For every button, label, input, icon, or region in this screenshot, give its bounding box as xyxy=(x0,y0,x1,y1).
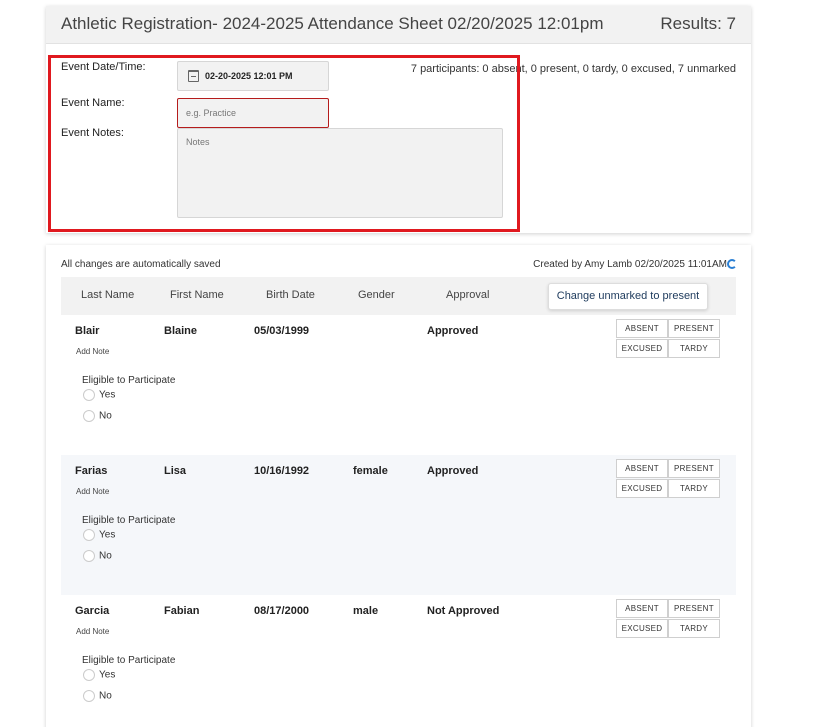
attendance-panel: All changes are automatically saved Crea… xyxy=(46,245,751,727)
gender: male xyxy=(353,605,379,617)
radio-button[interactable] xyxy=(83,550,95,562)
event-date-label: Event Date/Time: xyxy=(61,61,146,73)
no-label: No xyxy=(99,550,112,562)
last-name: Blair xyxy=(75,325,100,337)
header-last-name[interactable]: Last Name xyxy=(81,289,134,301)
refresh-icon[interactable] xyxy=(727,259,737,269)
birth-date: 08/17/2000 xyxy=(254,605,310,617)
change-unmarked-to-present-button[interactable]: Change unmarked to present xyxy=(548,283,708,310)
header-approval[interactable]: Approval xyxy=(446,289,489,301)
eligible-label: Eligible to Participate xyxy=(82,515,176,526)
eligible-yes-option[interactable]: Yes xyxy=(83,529,115,541)
results-count: Results: 7 xyxy=(660,14,736,33)
eligible-no-option[interactable]: No xyxy=(83,410,112,422)
table-row: Garcia Fabian 08/17/2000 male Not Approv… xyxy=(61,595,736,727)
approval: Approved xyxy=(427,325,479,337)
header-gender[interactable]: Gender xyxy=(358,289,395,301)
radio-button[interactable] xyxy=(83,669,95,681)
excused-button[interactable]: EXCUSED xyxy=(616,339,668,358)
eligible-yes-option[interactable]: Yes xyxy=(83,669,115,681)
add-note-link[interactable]: Add Note xyxy=(76,487,109,496)
first-name: Blaine xyxy=(164,325,198,337)
absent-button[interactable]: ABSENT xyxy=(616,459,668,478)
yes-label: Yes xyxy=(99,529,116,541)
event-notes-label: Event Notes: xyxy=(61,127,124,139)
last-name: Farias xyxy=(75,465,108,477)
last-name: Garcia xyxy=(75,605,110,617)
event-name-label: Event Name: xyxy=(61,97,125,109)
tardy-button[interactable]: TARDY xyxy=(668,479,720,498)
birth-date: 05/03/1999 xyxy=(254,325,310,337)
eligible-no-option[interactable]: No xyxy=(83,550,112,562)
event-notes-input[interactable] xyxy=(177,128,503,218)
first-name: Lisa xyxy=(164,465,187,477)
event-name-input[interactable] xyxy=(177,98,329,128)
page-header: Athletic Registration- 2024-2025 Attenda… xyxy=(46,6,751,44)
attendance-summary: 7 participants: 0 absent, 0 present, 0 t… xyxy=(410,63,736,75)
present-button[interactable]: PRESENT xyxy=(668,319,720,338)
birth-date: 10/16/1992 xyxy=(254,465,310,477)
calendar-icon xyxy=(188,70,199,82)
header-first-name[interactable]: First Name xyxy=(170,289,224,301)
approval: Approved xyxy=(427,465,479,477)
table-header: Last Name First Name Birth Date Gender A… xyxy=(61,277,736,315)
add-note-link[interactable]: Add Note xyxy=(76,347,109,356)
radio-button[interactable] xyxy=(83,389,95,401)
created-by: Created by Amy Lamb 02/20/2025 11:01AM xyxy=(533,259,727,270)
event-panel: Athletic Registration- 2024-2025 Attenda… xyxy=(46,6,751,233)
excused-button[interactable]: EXCUSED xyxy=(616,479,668,498)
no-label: No xyxy=(99,690,112,702)
present-button[interactable]: PRESENT xyxy=(668,459,720,478)
tardy-button[interactable]: TARDY xyxy=(668,339,720,358)
radio-button[interactable] xyxy=(83,410,95,422)
eligible-label: Eligible to Participate xyxy=(82,375,176,386)
tardy-button[interactable]: TARDY xyxy=(668,619,720,638)
table-row: Farias Lisa 10/16/1992 female Approved A… xyxy=(61,455,736,595)
absent-button[interactable]: ABSENT xyxy=(616,599,668,618)
excused-button[interactable]: EXCUSED xyxy=(616,619,668,638)
autosave-status: All changes are automatically saved xyxy=(61,259,221,270)
yes-label: Yes xyxy=(99,669,116,681)
first-name: Fabian xyxy=(164,605,200,617)
yes-label: Yes xyxy=(99,389,116,401)
no-label: No xyxy=(99,410,112,422)
gender: female xyxy=(353,465,388,477)
add-note-link[interactable]: Add Note xyxy=(76,627,109,636)
eligible-no-option[interactable]: No xyxy=(83,690,112,702)
page-title: Athletic Registration- 2024-2025 Attenda… xyxy=(61,14,604,33)
radio-button[interactable] xyxy=(83,690,95,702)
header-birth-date[interactable]: Birth Date xyxy=(266,289,315,301)
event-date-picker[interactable]: 02-20-2025 12:01 PM xyxy=(177,61,329,91)
eligible-yes-option[interactable]: Yes xyxy=(83,389,115,401)
present-button[interactable]: PRESENT xyxy=(668,599,720,618)
table-row: Blair Blaine 05/03/1999 Approved Add Not… xyxy=(61,315,736,455)
approval: Not Approved xyxy=(427,605,500,617)
eligible-label: Eligible to Participate xyxy=(82,655,176,666)
radio-button[interactable] xyxy=(83,529,95,541)
absent-button[interactable]: ABSENT xyxy=(616,319,668,338)
event-date-value: 02-20-2025 12:01 PM xyxy=(205,71,293,81)
